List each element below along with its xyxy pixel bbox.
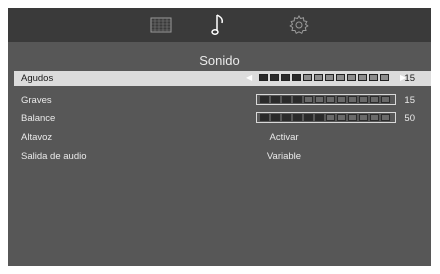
level-segment	[282, 114, 291, 121]
row-label: Altavoz	[21, 132, 53, 143]
arrow-left-icon[interactable]: ◀	[246, 73, 252, 82]
level-segment	[314, 74, 323, 81]
level-segment	[292, 74, 301, 81]
level-segment	[337, 96, 346, 103]
level-segment	[315, 96, 324, 103]
row-value: 15	[404, 95, 415, 106]
level-segment	[271, 114, 280, 121]
level-segment	[359, 114, 368, 121]
level-segment	[260, 96, 269, 103]
level-segment	[348, 96, 357, 103]
level-segment	[281, 74, 290, 81]
row-value: Activar	[269, 132, 299, 143]
level-segment	[293, 96, 302, 103]
level-segment	[369, 74, 378, 81]
row-value: 50	[404, 113, 415, 124]
level-segment	[304, 114, 313, 121]
row-label: Salida de audio	[21, 151, 87, 162]
picture-icon[interactable]	[146, 8, 176, 42]
level-segment	[303, 74, 312, 81]
level-segment	[293, 114, 302, 121]
row-value: 15	[404, 73, 415, 84]
level-bar[interactable]	[256, 94, 396, 105]
level-bar[interactable]	[256, 72, 396, 83]
level-segment	[271, 96, 280, 103]
menu-row-graves[interactable]: Graves 15	[14, 93, 431, 108]
level-segment	[326, 96, 335, 103]
level-segment	[370, 96, 379, 103]
sound-settings-panel: Sonido Agudos ◀ ▶ 15 Graves 15 Balance 5…	[8, 8, 431, 266]
level-segment	[315, 114, 324, 121]
level-segment	[325, 74, 334, 81]
level-segment	[348, 114, 357, 121]
level-segment	[370, 114, 379, 121]
level-segment	[326, 114, 335, 121]
row-value: Variable	[266, 151, 302, 162]
level-segment	[380, 74, 389, 81]
menu-row-salida-de-audio[interactable]: Salida de audio Variable	[14, 149, 431, 164]
menu-tab-bar	[8, 8, 431, 42]
menu-row-agudos[interactable]: Agudos ◀ ▶ 15	[14, 71, 431, 86]
row-label: Agudos	[21, 73, 54, 84]
level-segment	[381, 96, 390, 103]
level-segment	[337, 114, 346, 121]
menu-row-altavoz[interactable]: Altavoz Activar	[14, 130, 431, 145]
level-segment	[282, 96, 291, 103]
level-segment	[304, 96, 313, 103]
level-segment	[358, 74, 367, 81]
level-segment	[336, 74, 345, 81]
level-segment	[347, 74, 356, 81]
level-bar[interactable]	[256, 112, 396, 123]
level-segment	[359, 96, 368, 103]
music-note-icon[interactable]	[204, 8, 234, 42]
level-segment	[270, 74, 279, 81]
level-segment	[260, 114, 269, 121]
row-label: Balance	[21, 113, 56, 124]
page-title: Sonido	[199, 53, 240, 68]
level-segment	[381, 114, 390, 121]
row-label: Graves	[21, 95, 52, 106]
level-segment	[259, 74, 268, 81]
menu-row-balance[interactable]: Balance 50	[14, 111, 431, 126]
gear-icon[interactable]	[284, 8, 314, 42]
